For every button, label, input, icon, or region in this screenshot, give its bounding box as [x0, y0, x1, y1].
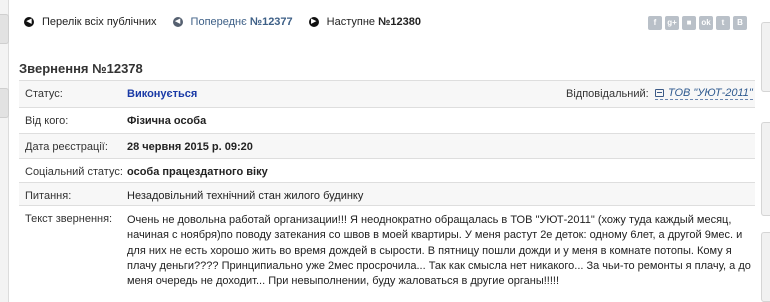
date-label: Дата реєстрації:	[25, 141, 108, 153]
status-label: Статус:	[25, 88, 63, 100]
responsible-link[interactable]: ТОВ "УЮТ-2011"	[655, 87, 753, 100]
left-edge-tab	[0, 88, 9, 118]
facebook-share-icon[interactable]: f	[648, 16, 662, 30]
date-value: 28 червня 2015 р. 09:20	[127, 141, 253, 153]
next-appeal-link[interactable]: ▶ Наступне №12380	[308, 16, 421, 28]
all-public-link[interactable]: ◀ Перелік всіх публічних	[24, 16, 157, 28]
question-value: Незадовільний технічний стан жилого буди…	[127, 190, 364, 202]
from-label: Від кого:	[25, 115, 69, 127]
status-row: Статус: Виконується Відповідальний: ТОВ …	[19, 80, 755, 107]
right-edge-tab	[761, 22, 770, 92]
previous-appeal-link[interactable]: ◀ Попереднє №12377	[172, 16, 293, 28]
share-icon[interactable]: ■	[682, 16, 696, 30]
question-label: Питання:	[25, 190, 72, 202]
all-public-link-label[interactable]: Перелік всіх публічних	[42, 16, 157, 28]
social-status-label: Соціальний статус:	[25, 166, 123, 178]
social-status-row: Соціальний статус: особа працездатного в…	[19, 158, 755, 182]
arrow-left-icon: ◀	[24, 17, 34, 27]
left-page-edge	[0, 0, 9, 302]
page-title: Звернення №12378	[19, 61, 143, 76]
left-edge-tab	[0, 14, 9, 44]
google-plus-share-icon[interactable]: g+	[665, 16, 679, 30]
responsible-label: Відповідальний:	[566, 88, 649, 100]
vkontakte-share-icon[interactable]: В	[733, 16, 747, 30]
twitter-share-icon[interactable]: t	[716, 16, 730, 30]
appeal-details-table: Статус: Виконується Відповідальний: ТОВ …	[19, 80, 755, 295]
previous-appeal-label[interactable]: Попереднє №12377	[191, 16, 293, 28]
from-value: Фізична особа	[127, 115, 207, 127]
arrow-right-icon: ▶	[308, 17, 319, 27]
responsible-link-label[interactable]: ТОВ "УЮТ-2011"	[668, 87, 753, 99]
right-edge-tab	[761, 122, 770, 216]
next-appeal-label[interactable]: Наступне №12380	[327, 16, 421, 28]
right-page-edge	[761, 0, 770, 302]
status-badge: Виконується	[127, 88, 198, 100]
right-edge-tab	[761, 232, 770, 302]
from-row: Від кого: Фізична особа	[19, 107, 755, 133]
organization-icon	[655, 89, 664, 97]
arrow-left-icon: ◀	[172, 17, 183, 27]
social-status-value: особа працездатного віку	[127, 166, 268, 178]
share-buttons: f g+ ■ ok t В	[648, 16, 750, 30]
appeal-text-label: Текст звернення:	[25, 213, 113, 225]
question-row: Питання: Незадовільний технічний стан жи…	[19, 182, 755, 205]
odnoklassniki-share-icon[interactable]: ok	[699, 16, 713, 30]
appeal-text-value: Очень не довольна работай организации!!!…	[127, 214, 751, 288]
appeal-text-row: Текст звернення: Очень не довольна работ…	[19, 205, 755, 295]
date-row: Дата реєстрації: 28 червня 2015 р. 09:20	[19, 133, 755, 158]
appeal-navigation: ◀ Перелік всіх публічних ◀ Попереднє №12…	[24, 15, 437, 29]
